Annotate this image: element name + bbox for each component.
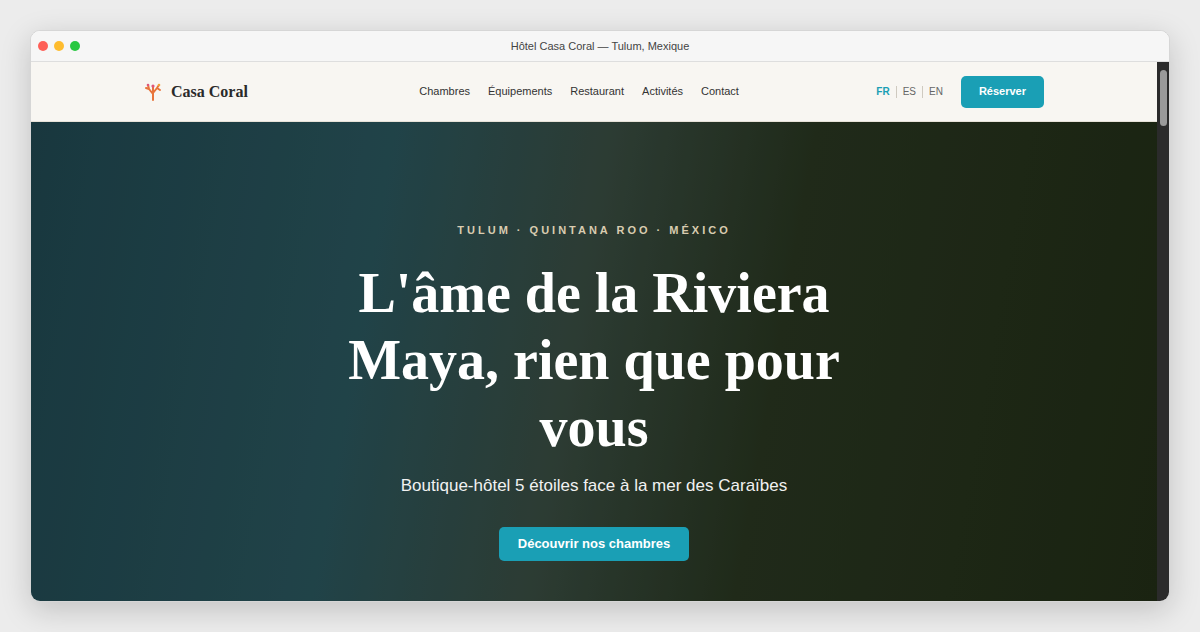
browser-content: Casa Coral Chambres Équipements Restaurant A… [31, 62, 1169, 601]
hero-subtitle: Boutique-hôtel 5 étoiles face à la mer d… [401, 475, 788, 497]
scrollbar[interactable] [1157, 62, 1169, 601]
language-switcher: FRESEN [870, 86, 949, 98]
browser-window: Hôtel Casa Coral — Tulum, Mexique Casa Co… [30, 30, 1170, 602]
header-container: Casa Coral Chambres Équipements Restaurant A… [144, 62, 1044, 121]
hero-eyebrow: TULUM · QUINTANA ROO · MÉXICO [457, 222, 730, 238]
site-header: Casa Coral Chambres Équipements Restaurant A… [31, 62, 1157, 122]
window-title: Hôtel Casa Coral — Tulum, Mexique [511, 38, 690, 55]
nav-links: Chambres Équipements Restaurant Activités Co… [419, 83, 739, 100]
book-button[interactable]: Réserver [961, 76, 1044, 108]
logo[interactable]: Casa Coral [144, 80, 248, 104]
discover-rooms-button[interactable]: Découvrir nos chambres [499, 527, 689, 561]
scrollbar-thumb[interactable] [1160, 70, 1167, 126]
maximize-button[interactable] [70, 41, 80, 51]
nav-link[interactable]: Activités [642, 83, 683, 100]
hero-title: L'âme de la Riviera Maya, rien que pour … [334, 260, 854, 461]
nav-link[interactable]: Restaurant [570, 83, 624, 100]
nav-link[interactable]: Équipements [488, 83, 552, 100]
hero-section: TULUM · QUINTANA ROO · MÉXICO L'âme de la… [31, 122, 1157, 601]
language-option[interactable]: EN [922, 86, 949, 98]
window-controls [38, 41, 80, 51]
close-button[interactable] [38, 41, 48, 51]
header-actions: FRESEN Réserver [870, 76, 1044, 108]
coral-icon [144, 83, 162, 101]
logo-text: Casa Coral [171, 80, 248, 104]
hero-content: TULUM · QUINTANA ROO · MÉXICO L'âme de la… [31, 122, 1157, 561]
language-option[interactable]: ES [896, 86, 922, 98]
language-option[interactable]: FR [870, 86, 895, 98]
nav-link[interactable]: Chambres [419, 83, 470, 100]
nav-link[interactable]: Contact [701, 83, 739, 100]
web-page: Casa Coral Chambres Équipements Restaurant A… [31, 62, 1157, 601]
title-bar: Hôtel Casa Coral — Tulum, Mexique [31, 31, 1169, 62]
minimize-button[interactable] [54, 41, 64, 51]
